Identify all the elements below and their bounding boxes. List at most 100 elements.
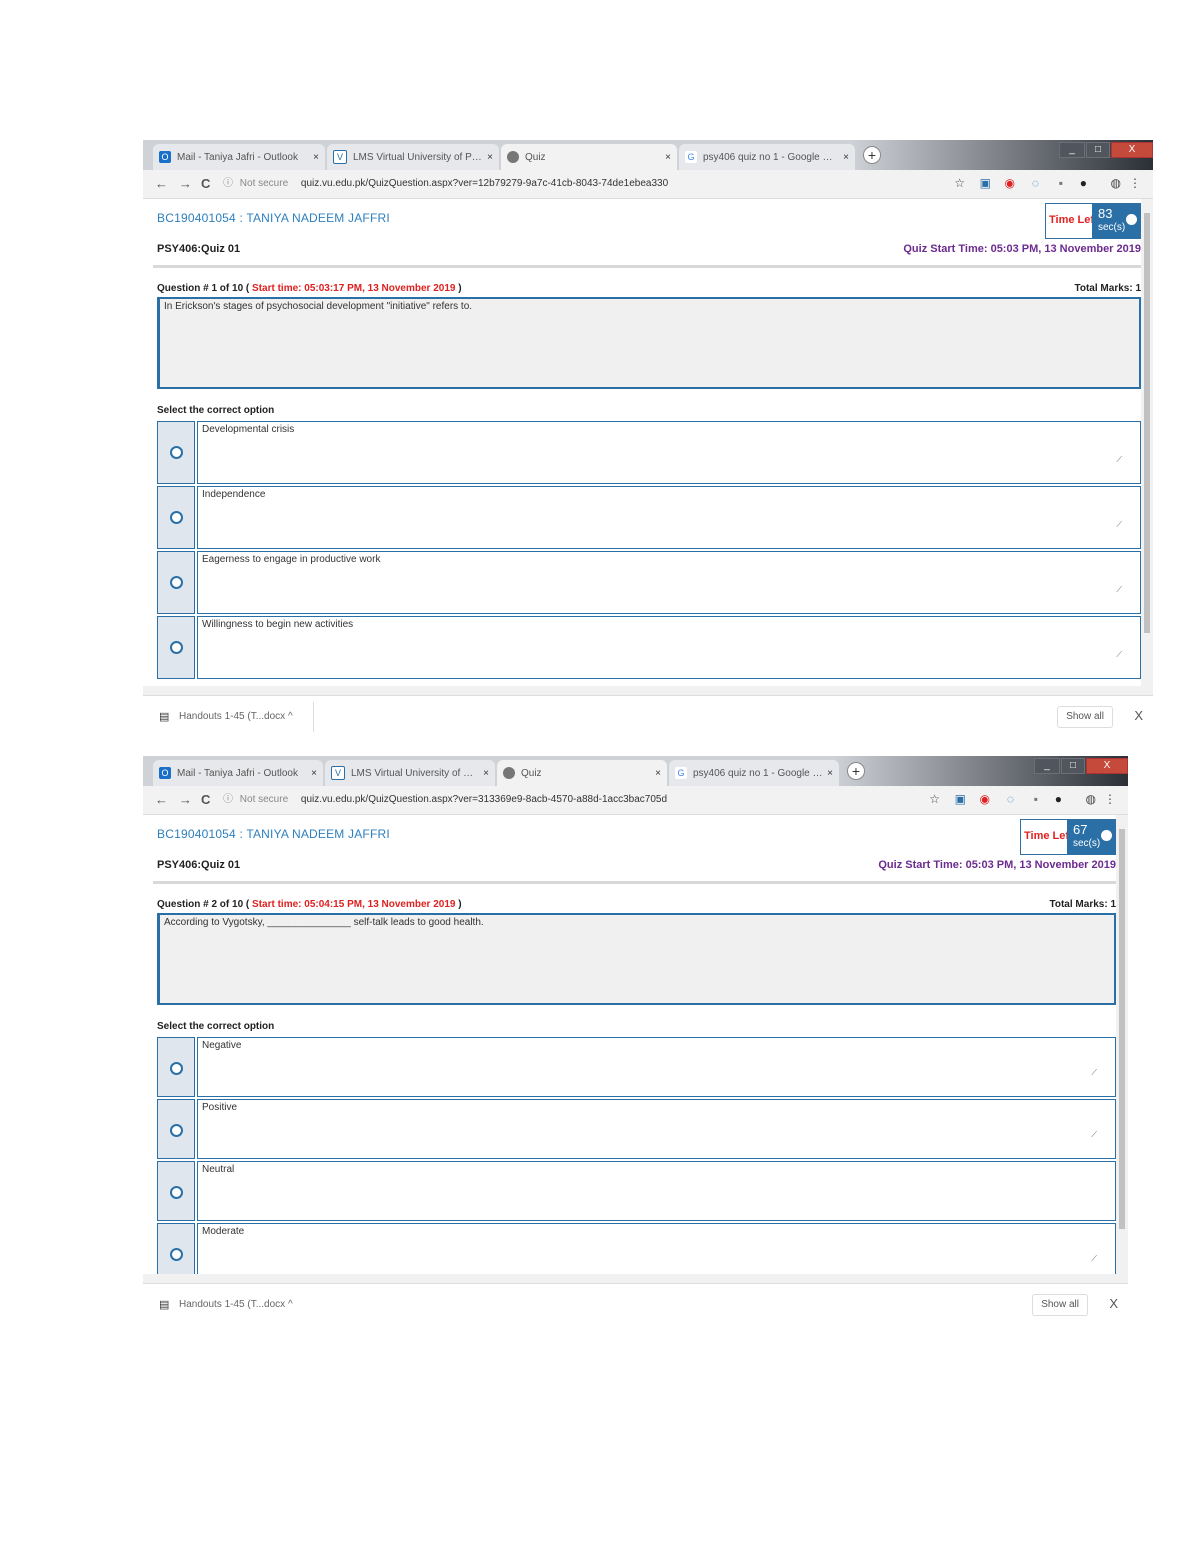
chevron-up-icon[interactable]: ^ xyxy=(288,1299,293,1310)
show-all-button[interactable]: Show all xyxy=(1032,1294,1088,1316)
tab-lms[interactable]: V LMS Virtual University of Pakist × xyxy=(327,144,499,170)
back-arrow-icon[interactable]: ← xyxy=(155,176,168,191)
tab-close-icon[interactable]: × xyxy=(843,152,849,163)
option-row[interactable]: Independence ⟋ xyxy=(157,486,1141,549)
option-row[interactable]: Willingness to begin new activities ⟋ xyxy=(157,616,1141,679)
tab-quiz[interactable]: Quiz × xyxy=(501,144,677,170)
download-item[interactable]: Handouts 1-45 (T...docx ^ xyxy=(179,1299,293,1310)
new-tab-button[interactable]: + xyxy=(847,762,865,780)
tab-lms[interactable]: V LMS Virtual University of Pakista × xyxy=(325,760,495,786)
question-text: According to Vygotsky, _______________ s… xyxy=(157,913,1116,1005)
vertical-scrollbar[interactable] xyxy=(1141,199,1153,686)
url-field[interactable]: ⓘ Not secure quiz.vu.edu.pk/QuizQuestion… xyxy=(223,174,923,194)
image-extension-icon[interactable]: ▪ xyxy=(1059,176,1063,190)
sync-icon[interactable]: ◌ xyxy=(1032,176,1039,190)
tab-google[interactable]: G psy406 quiz no 1 - Google Searc × xyxy=(669,760,839,786)
radio-cell[interactable] xyxy=(157,616,195,679)
dark-extension-icon[interactable]: ● xyxy=(1080,176,1087,190)
option-radio[interactable] xyxy=(170,1186,183,1199)
maximize-button[interactable]: □ xyxy=(1061,758,1085,774)
pinterest-icon[interactable]: ◉ xyxy=(1005,176,1015,190)
dark-extension-icon[interactable]: ● xyxy=(1055,792,1062,806)
tab-quiz[interactable]: Quiz × xyxy=(497,760,667,786)
tab-label: psy406 quiz no 1 - Google Searc xyxy=(693,767,823,779)
profile-icon[interactable]: ◍ xyxy=(1111,176,1121,190)
option-text: Negative ⟋ xyxy=(197,1037,1116,1097)
tab-close-icon[interactable]: × xyxy=(655,768,661,779)
tab-label: Mail - Taniya Jafri - Outlook xyxy=(177,151,298,163)
radio-cell[interactable] xyxy=(157,1099,195,1159)
option-row[interactable]: Developmental crisis ⟋ xyxy=(157,421,1141,484)
image-extension-icon[interactable]: ▪ xyxy=(1034,792,1038,806)
new-tab-button[interactable]: + xyxy=(863,146,881,164)
option-row[interactable]: Eagerness to engage in productive work ⟋ xyxy=(157,551,1141,614)
reload-icon[interactable]: C xyxy=(201,176,210,191)
vertical-scrollbar[interactable] xyxy=(1116,815,1128,1274)
extension-icon[interactable]: ▣ xyxy=(980,176,991,190)
option-radio[interactable] xyxy=(170,446,183,459)
google-icon: G xyxy=(675,767,687,779)
resize-handle-icon: ⟋ xyxy=(1116,650,1122,659)
window-close-button[interactable]: X xyxy=(1111,142,1153,158)
tab-close-icon[interactable]: × xyxy=(827,768,833,779)
tab-label: LMS Virtual University of Pakist xyxy=(353,151,484,163)
option-radio[interactable] xyxy=(170,511,183,524)
tab-close-icon[interactable]: × xyxy=(313,152,319,163)
option-row[interactable]: Positive ⟋ xyxy=(157,1099,1116,1159)
download-bar-close-icon[interactable]: X xyxy=(1109,1296,1118,1311)
tab-close-icon[interactable]: × xyxy=(483,768,489,779)
radio-cell[interactable] xyxy=(157,1161,195,1221)
resize-handle-icon: ⟋ xyxy=(1116,455,1122,464)
tab-outlook[interactable]: O Mail - Taniya Jafri - Outlook × xyxy=(153,760,323,786)
extension-icon[interactable]: ▣ xyxy=(955,792,966,806)
option-row[interactable]: Moderate ⟋ xyxy=(157,1223,1116,1274)
radio-cell[interactable] xyxy=(157,551,195,614)
option-radio[interactable] xyxy=(170,1062,183,1075)
menu-icon[interactable]: ⋮ xyxy=(1129,176,1141,190)
tab-google[interactable]: G psy406 quiz no 1 - Google Searc × xyxy=(679,144,855,170)
document-icon: ▤ xyxy=(159,1299,170,1311)
radio-cell[interactable] xyxy=(157,486,195,549)
sync-icon[interactable]: ◌ xyxy=(1007,792,1014,806)
option-radio[interactable] xyxy=(170,1124,183,1137)
reload-icon[interactable]: C xyxy=(201,792,210,807)
tab-outlook[interactable]: O Mail - Taniya Jafri - Outlook × xyxy=(153,144,325,170)
tab-strip: O Mail - Taniya Jafri - Outlook × V LMS … xyxy=(143,756,1128,786)
scroll-thumb[interactable] xyxy=(1144,213,1150,633)
minimize-button[interactable]: _ xyxy=(1034,758,1060,774)
bookmark-star-icon[interactable]: ☆ xyxy=(929,792,940,806)
menu-icon[interactable]: ⋮ xyxy=(1104,792,1116,806)
document-icon: ▤ xyxy=(159,711,170,723)
option-row[interactable]: Negative ⟋ xyxy=(157,1037,1116,1097)
back-arrow-icon[interactable]: ← xyxy=(155,792,168,807)
window-close-button[interactable]: X xyxy=(1086,758,1128,774)
minimize-button[interactable]: _ xyxy=(1059,142,1085,158)
option-radio[interactable] xyxy=(170,641,183,654)
scroll-thumb[interactable] xyxy=(1119,829,1125,1229)
url-field[interactable]: ⓘ Not secure quiz.vu.edu.pk/QuizQuestion… xyxy=(223,790,898,810)
question-start-time: Start time: 05:03:17 PM, 13 November 201… xyxy=(252,283,456,294)
forward-arrow-icon[interactable]: → xyxy=(179,176,192,191)
radio-cell[interactable] xyxy=(157,421,195,484)
pinterest-icon[interactable]: ◉ xyxy=(980,792,990,806)
radio-cell[interactable] xyxy=(157,1037,195,1097)
info-icon: ⓘ xyxy=(223,178,233,189)
tab-close-icon[interactable]: × xyxy=(665,152,671,163)
show-all-button[interactable]: Show all xyxy=(1057,706,1113,728)
maximize-button[interactable]: □ xyxy=(1086,142,1110,158)
chevron-up-icon[interactable]: ^ xyxy=(288,711,293,722)
option-row[interactable]: Neutral xyxy=(157,1161,1116,1221)
tab-close-icon[interactable]: × xyxy=(487,152,493,163)
address-bar: ← → C ⓘ Not secure quiz.vu.edu.pk/QuizQu… xyxy=(143,786,1128,815)
download-bar-close-icon[interactable]: X xyxy=(1134,708,1143,723)
option-label: Negative xyxy=(202,1040,242,1051)
security-label: Not secure xyxy=(239,178,289,189)
forward-arrow-icon[interactable]: → xyxy=(179,792,192,807)
bookmark-star-icon[interactable]: ☆ xyxy=(954,176,965,190)
option-radio[interactable] xyxy=(170,1248,183,1261)
profile-icon[interactable]: ◍ xyxy=(1086,792,1096,806)
tab-close-icon[interactable]: × xyxy=(311,768,317,779)
download-item[interactable]: Handouts 1-45 (T...docx ^ xyxy=(179,711,293,722)
radio-cell[interactable] xyxy=(157,1223,195,1274)
option-radio[interactable] xyxy=(170,576,183,589)
